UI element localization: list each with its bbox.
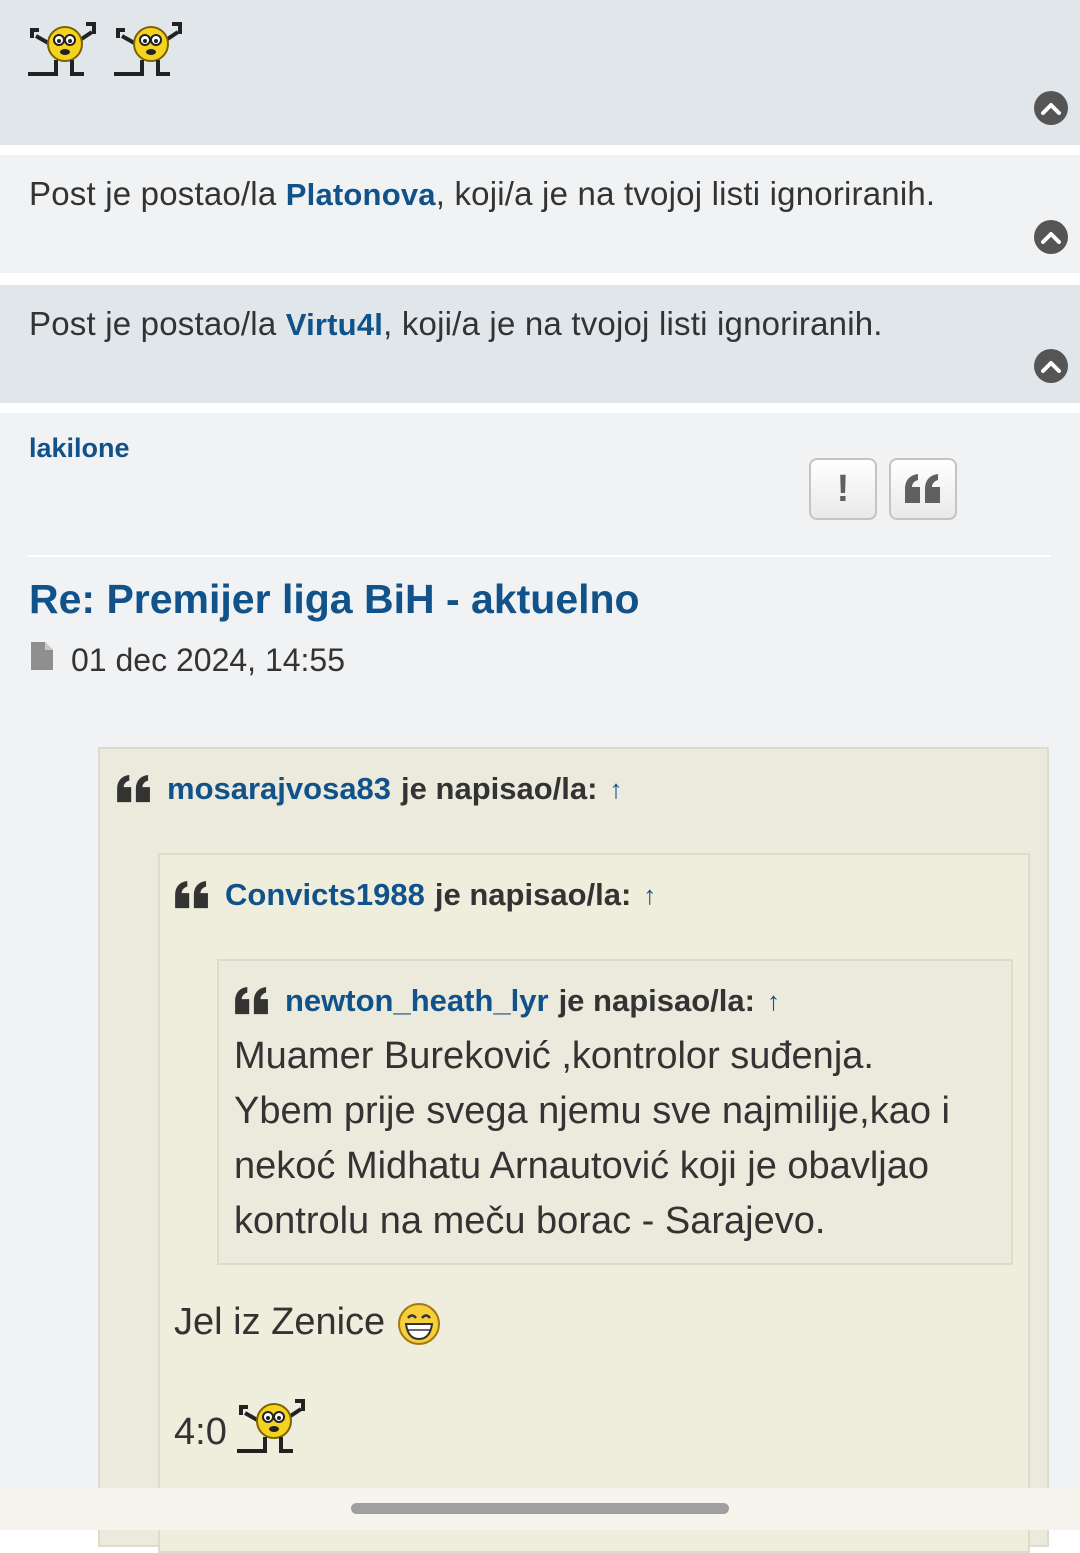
ignored-notice-text: Post je postao/la Platonova, koji/a je n… xyxy=(29,175,935,213)
report-button[interactable]: ! xyxy=(809,458,877,520)
reply-text: Jel iz Zenice xyxy=(174,1301,386,1343)
reply-line: Jel iz Zenice xyxy=(174,1295,442,1350)
quote-user-link[interactable]: Convicts1988 xyxy=(225,877,425,913)
back-to-top-button[interactable] xyxy=(1034,349,1068,383)
quote-citation: newton_heath_lyr je napisao/la: ↑ xyxy=(233,983,780,1019)
post-date-text: 01 dec 2024, 14:55 xyxy=(71,641,346,678)
chevron-up-icon xyxy=(1041,361,1061,373)
post: lakilone ! Re: Premijer liga BiH - aktue… xyxy=(0,413,1080,1553)
quote-source-link[interactable]: ↑ xyxy=(609,774,622,805)
quote-line: nekoć Midhatu Arnautović koji je obavlja… xyxy=(234,1145,929,1187)
post-date: 01 dec 2024, 14:55 xyxy=(29,641,345,679)
quote-source-link[interactable]: ↑ xyxy=(767,986,780,1017)
chevron-up-icon xyxy=(1041,232,1061,244)
quote-icon xyxy=(175,880,208,909)
ignored-post-notice: Post je postao/la Virtu4l, koji/a je na … xyxy=(0,285,1080,403)
quote-block: mosarajvosa83 je napisao/la: ↑ Convicts1… xyxy=(98,747,1049,1553)
post-permalink-icon[interactable] xyxy=(29,641,55,679)
quote-line: Muamer Bureković ,kontrolor suđenja. xyxy=(234,1035,874,1077)
dancing-smiley-icon xyxy=(114,22,182,76)
ignored-post-notice: Post je postao/la Platonova, koji/a je n… xyxy=(0,155,1080,273)
back-to-top-button[interactable] xyxy=(1034,220,1068,254)
quote-citation: mosarajvosa83 je napisao/la: ↑ xyxy=(115,771,622,807)
ignored-user-link[interactable]: Platonova xyxy=(286,177,436,212)
ignored-suffix: , koji/a je na tvojoj listi ignoriranih. xyxy=(383,305,883,342)
ignored-notice-text: Post je postao/la Virtu4l, koji/a je na … xyxy=(29,305,883,343)
ignored-prefix: Post je postao/la xyxy=(29,305,286,342)
quote-wrote-label: je napisao/la: xyxy=(434,877,632,912)
grinning-smiley-icon xyxy=(397,1302,440,1345)
quote-line: Ybem prije svega njemu sve najmilije,kao… xyxy=(234,1090,950,1132)
exclamation-icon: ! xyxy=(836,467,850,510)
quote-icon xyxy=(117,774,150,803)
gesture-handle[interactable] xyxy=(351,1503,729,1514)
dancing-smiley-icon xyxy=(237,1398,306,1453)
previous-post-panel xyxy=(0,0,1080,145)
quote-citation: Convicts1988 je napisao/la: ↑ xyxy=(173,877,656,913)
quote-source-link[interactable]: ↑ xyxy=(643,880,656,911)
post-title-link[interactable]: Re: Premijer liga BiH - aktuelno xyxy=(29,576,640,623)
post-divider xyxy=(28,555,1051,557)
quote-user-link[interactable]: newton_heath_lyr xyxy=(285,983,549,1019)
quote-user-link[interactable]: mosarajvosa83 xyxy=(167,771,391,807)
ignored-suffix: , koji/a je na tvojoj listi ignoriranih. xyxy=(435,175,936,212)
quote-block: Convicts1988 je napisao/la: ↑ newton_hea… xyxy=(158,853,1030,1553)
reply-text: 4:0 xyxy=(174,1411,227,1453)
chevron-up-icon xyxy=(1041,103,1061,115)
ignored-user-link[interactable]: Virtu4l xyxy=(286,307,383,342)
dancing-smiley-icon xyxy=(28,22,96,76)
quote-wrote-label: je napisao/la: xyxy=(558,983,755,1018)
post-author-link[interactable]: lakilone xyxy=(29,433,130,464)
quote-block: newton_heath_lyr je napisao/la: ↑ Muamer… xyxy=(217,959,1013,1265)
ignored-prefix: Post je postao/la xyxy=(29,175,286,212)
quote-wrote-label: je napisao/la: xyxy=(401,771,598,806)
reply-line: 4:0 xyxy=(174,1398,309,1460)
quote-button[interactable] xyxy=(889,458,957,520)
quote-line: kontrolu na meču borac - Sarajevo. xyxy=(234,1200,826,1242)
quote-body: Muamer Bureković ,kontrolor suđenja. Ybe… xyxy=(234,1029,950,1249)
quote-icon xyxy=(905,474,940,503)
quote-icon xyxy=(235,986,268,1015)
back-to-top-button[interactable] xyxy=(1034,91,1068,125)
